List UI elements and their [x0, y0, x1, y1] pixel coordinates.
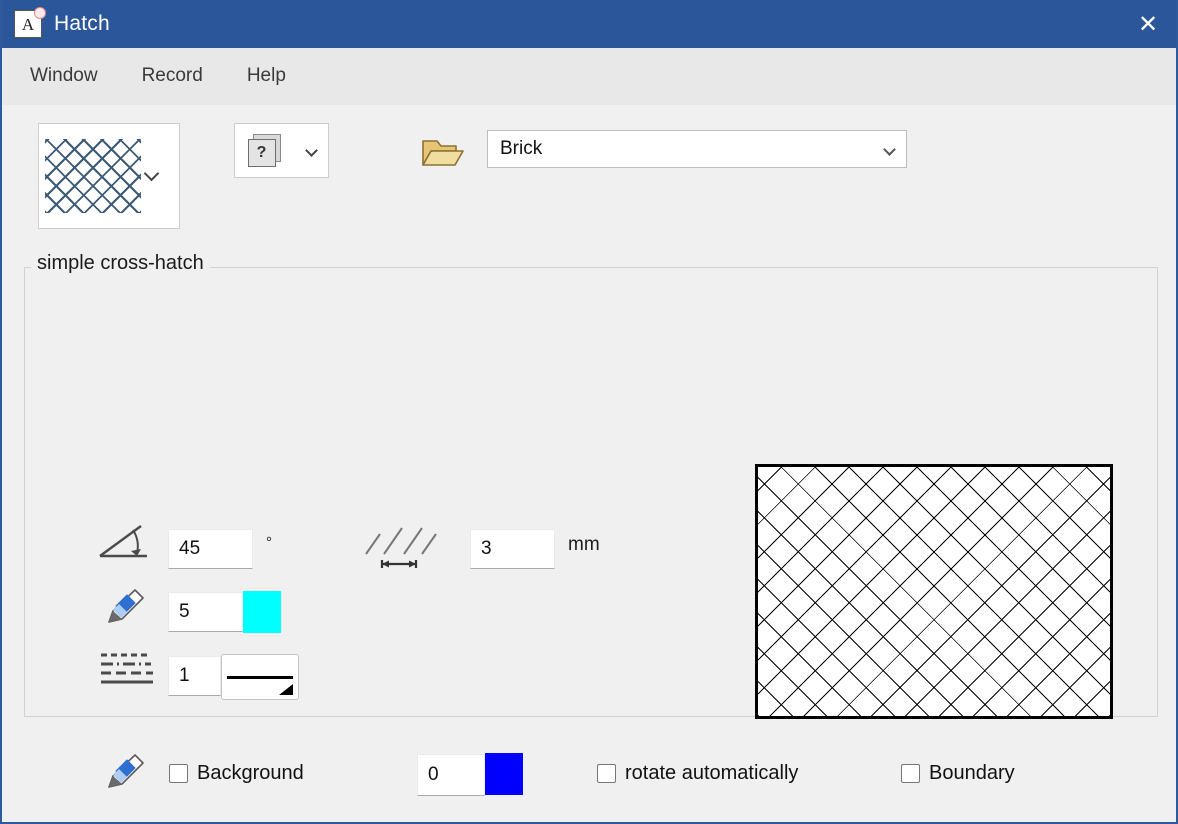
- book-question-glyph: ?: [247, 138, 276, 167]
- background-value-input[interactable]: [417, 754, 485, 796]
- app-icon: A: [14, 7, 46, 38]
- menu-item-help[interactable]: Help: [245, 63, 288, 89]
- line-style-dropdown[interactable]: [221, 654, 299, 700]
- spacing-unit-label: mm: [568, 534, 600, 555]
- title-bar: A Hatch ✕: [2, 0, 1176, 48]
- hatch-settings-group: simple cross-hatch °: [24, 252, 1158, 796]
- hatch-dialog-window: A Hatch ✕ Window Record Help ? Brick sim…: [0, 0, 1178, 824]
- book-question-icon: ?: [247, 133, 282, 168]
- open-folder-icon[interactable]: [421, 137, 465, 169]
- background-color-swatch[interactable]: [485, 753, 523, 795]
- hatch-name-value: Brick: [500, 138, 543, 159]
- pencil-icon: [103, 586, 149, 633]
- background-label: Background: [197, 762, 304, 784]
- rotate-automatically-checkbox[interactable]: [597, 764, 616, 783]
- hatch-name-combobox[interactable]: Brick: [487, 130, 907, 168]
- background-checkbox-row[interactable]: Background: [169, 762, 304, 785]
- pen-width-input[interactable]: [168, 592, 243, 632]
- solid-line-preview: [227, 676, 293, 679]
- angle-unit-label: °: [266, 534, 272, 551]
- chevron-down-icon: [304, 144, 318, 157]
- menu-item-window[interactable]: Window: [28, 63, 100, 89]
- spacing-input[interactable]: [470, 529, 555, 569]
- hatch-spacing-icon: [360, 520, 438, 573]
- boundary-checkbox-row[interactable]: Boundary: [901, 762, 1015, 785]
- boundary-label: Boundary: [929, 762, 1015, 784]
- app-icon-letter: A: [21, 14, 35, 34]
- pencil-icon: [103, 751, 149, 798]
- menu-bar: Window Record Help: [2, 48, 1176, 105]
- angle-input[interactable]: [168, 529, 253, 569]
- angle-icon: [97, 520, 151, 567]
- line-styles-icon: [99, 650, 155, 691]
- dialog-body: ? Brick simple cross-hatch 45 ° 3 mm 5 1…: [2, 105, 1176, 822]
- pen-color-swatch[interactable]: [243, 591, 281, 633]
- toolbar-row: ? Brick: [2, 105, 1176, 235]
- rotate-automatically-label: rotate automatically: [625, 762, 799, 784]
- corner-triangle-icon: [279, 684, 293, 695]
- rotate-automatically-checkbox-row[interactable]: rotate automatically: [597, 762, 798, 785]
- window-title: Hatch: [54, 12, 110, 35]
- close-icon[interactable]: ✕: [1120, 0, 1176, 48]
- boundary-checkbox[interactable]: [901, 764, 920, 783]
- line-style-number-input[interactable]: [168, 656, 221, 696]
- pattern-preview-dropdown[interactable]: [38, 123, 180, 229]
- background-checkbox[interactable]: [169, 764, 188, 783]
- chevron-down-icon: [883, 142, 896, 156]
- group-title: simple cross-hatch: [31, 252, 210, 275]
- cross-hatch-pattern-icon: [45, 139, 141, 213]
- chevron-down-icon: [143, 165, 160, 182]
- app-icon-badge: [34, 7, 46, 19]
- hatch-preview: [755, 464, 1113, 719]
- menu-item-record[interactable]: Record: [140, 63, 205, 89]
- hatch-library-dropdown[interactable]: ?: [234, 123, 329, 178]
